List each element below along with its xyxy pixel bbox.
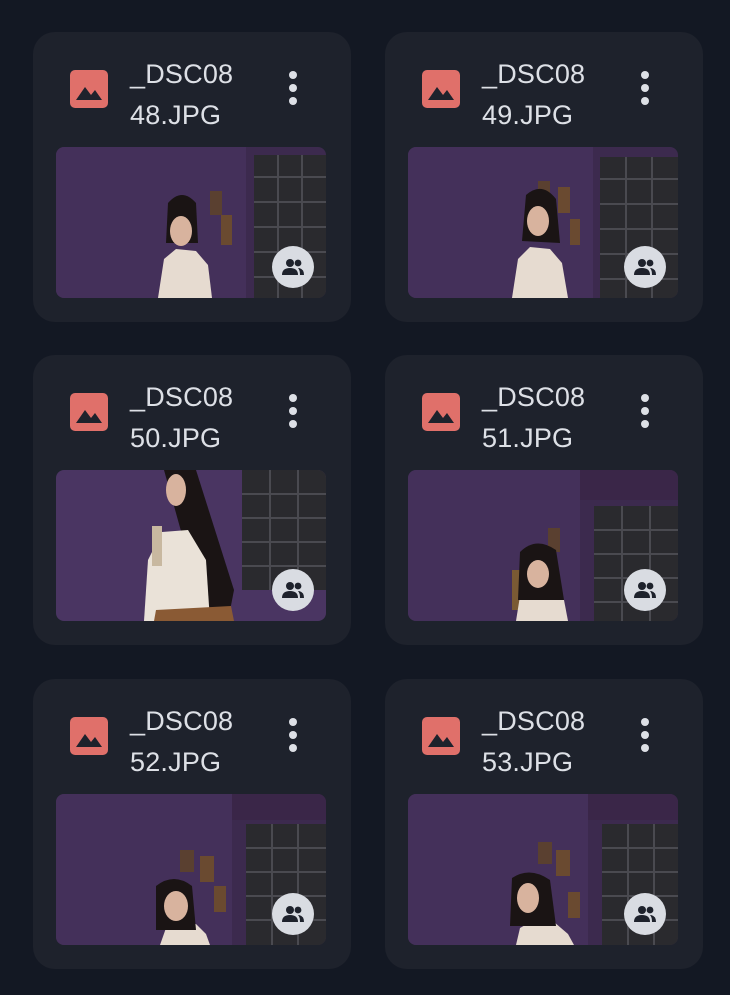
file-name-line2: 53.JPG	[482, 747, 574, 777]
shared-badge	[624, 246, 666, 288]
image-file-icon	[422, 393, 460, 431]
photo-thumbnail[interactable]	[408, 794, 678, 945]
more-options-button[interactable]	[281, 70, 305, 110]
file-name: _DSC08 53.JPG	[482, 701, 622, 783]
file-grid: _DSC08 48.JPG _DSC08 49.JPG _DSC08 50.JP…	[0, 0, 730, 995]
file-card[interactable]: _DSC08 50.JPG	[33, 355, 351, 645]
photo-thumbnail[interactable]	[408, 470, 678, 621]
file-card[interactable]: _DSC08 48.JPG	[33, 32, 351, 322]
shared-badge	[272, 246, 314, 288]
shared-people-icon	[282, 259, 304, 275]
more-options-button[interactable]	[633, 70, 657, 110]
file-card[interactable]: _DSC08 49.JPG	[385, 32, 703, 322]
image-file-icon	[70, 70, 108, 108]
more-vert-icon	[641, 394, 649, 428]
more-vert-icon	[289, 71, 297, 105]
file-name-line1: _DSC08	[130, 382, 234, 412]
photo-thumbnail[interactable]	[56, 147, 326, 298]
shared-people-icon	[634, 582, 656, 598]
photo-thumbnail[interactable]	[56, 470, 326, 621]
file-name-line1: _DSC08	[482, 59, 586, 89]
file-name-line1: _DSC08	[482, 382, 586, 412]
image-file-icon	[422, 70, 460, 108]
more-vert-icon	[289, 718, 297, 752]
more-options-button[interactable]	[281, 717, 305, 757]
file-name-line2: 48.JPG	[130, 100, 222, 130]
file-card[interactable]: _DSC08 51.JPG	[385, 355, 703, 645]
file-name: _DSC08 48.JPG	[130, 54, 270, 136]
file-card[interactable]: _DSC08 53.JPG	[385, 679, 703, 969]
shared-people-icon	[282, 582, 304, 598]
file-name-line1: _DSC08	[130, 706, 234, 736]
file-name-line2: 52.JPG	[130, 747, 222, 777]
image-file-icon	[422, 717, 460, 755]
shared-people-icon	[282, 906, 304, 922]
file-name-line2: 50.JPG	[130, 423, 222, 453]
photo-thumbnail[interactable]	[408, 147, 678, 298]
file-name: _DSC08 51.JPG	[482, 377, 622, 459]
image-file-icon	[70, 393, 108, 431]
more-vert-icon	[641, 718, 649, 752]
more-vert-icon	[641, 71, 649, 105]
more-vert-icon	[289, 394, 297, 428]
file-card[interactable]: _DSC08 52.JPG	[33, 679, 351, 969]
more-options-button[interactable]	[633, 393, 657, 433]
shared-badge	[272, 569, 314, 611]
shared-badge	[624, 569, 666, 611]
more-options-button[interactable]	[281, 393, 305, 433]
file-name: _DSC08 49.JPG	[482, 54, 622, 136]
shared-badge	[624, 893, 666, 935]
more-options-button[interactable]	[633, 717, 657, 757]
shared-badge	[272, 893, 314, 935]
file-name-line2: 51.JPG	[482, 423, 574, 453]
image-file-icon	[70, 717, 108, 755]
file-name-line1: _DSC08	[482, 706, 586, 736]
file-name: _DSC08 52.JPG	[130, 701, 270, 783]
photo-thumbnail[interactable]	[56, 794, 326, 945]
shared-people-icon	[634, 906, 656, 922]
file-name: _DSC08 50.JPG	[130, 377, 270, 459]
shared-people-icon	[634, 259, 656, 275]
file-name-line1: _DSC08	[130, 59, 234, 89]
file-name-line2: 49.JPG	[482, 100, 574, 130]
